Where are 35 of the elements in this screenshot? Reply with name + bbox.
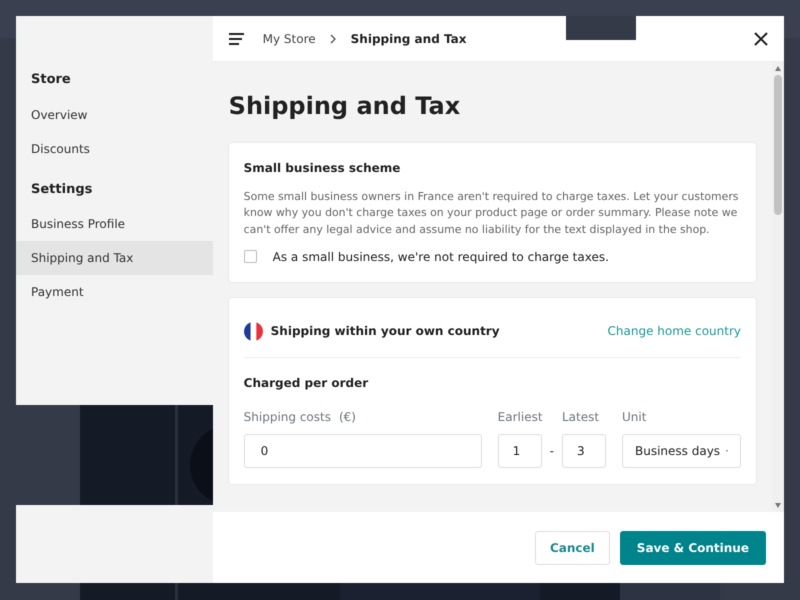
separator-text: -: [550, 442, 554, 460]
save-button[interactable]: Save & Continue: [620, 530, 766, 564]
subheading: Charged per order: [244, 374, 370, 392]
input-field[interactable]: 0: [244, 434, 482, 468]
scrollbar-thumb[interactable]: [774, 75, 782, 215]
close-icon[interactable]: [754, 32, 768, 46]
chevron-icon: [330, 34, 337, 44]
sidebar-item[interactable]: Shipping and Tax: [16, 241, 213, 275]
field-label: Earliest: [498, 408, 543, 426]
scroll-down-icon[interactable]: [775, 503, 781, 508]
field-label: Unit: [622, 408, 646, 426]
field-label: Shipping costs: [244, 408, 331, 426]
breadcrumb-current: Shipping and Tax: [350, 30, 466, 48]
flag-icon: [244, 322, 263, 341]
section-heading: Shipping within your own country: [270, 323, 500, 340]
page-title: Shipping and Tax: [228, 92, 462, 121]
checkbox[interactable]: [244, 250, 257, 264]
field-label: Latest: [562, 408, 600, 426]
checkbox-label: As a small business, we're not required to charge taxes.: [272, 248, 609, 266]
section-heading: Store: [30, 71, 72, 89]
description-text: Some small business owners in France aren't required to charge taxes. Let your customers know why you don't charge taxes on your product page or order summary. Please note we can't offer any legal advice and assume no liability for the text displayed in the shop.: [244, 188, 740, 238]
sidebar-item[interactable]: Discounts: [16, 132, 213, 166]
field-hint: (€): [338, 408, 356, 426]
card-heading: Small business scheme: [244, 160, 402, 177]
menu-icon[interactable]: [228, 32, 245, 44]
breadcrumb-link[interactable]: My Store: [262, 30, 316, 48]
cancel-button[interactable]: Cancel: [534, 530, 610, 564]
sidebar-item[interactable]: Overview: [16, 98, 213, 132]
input-field[interactable]: 1: [498, 434, 542, 468]
input-field[interactable]: 3: [562, 434, 606, 468]
scroll-up-icon[interactable]: [775, 66, 781, 71]
sidebar-item[interactable]: Business Profile: [16, 207, 213, 241]
section-heading: Settings: [30, 180, 94, 198]
sidebar-item[interactable]: Payment: [16, 275, 213, 309]
unit-dropdown[interactable]: Business days: [622, 434, 741, 468]
